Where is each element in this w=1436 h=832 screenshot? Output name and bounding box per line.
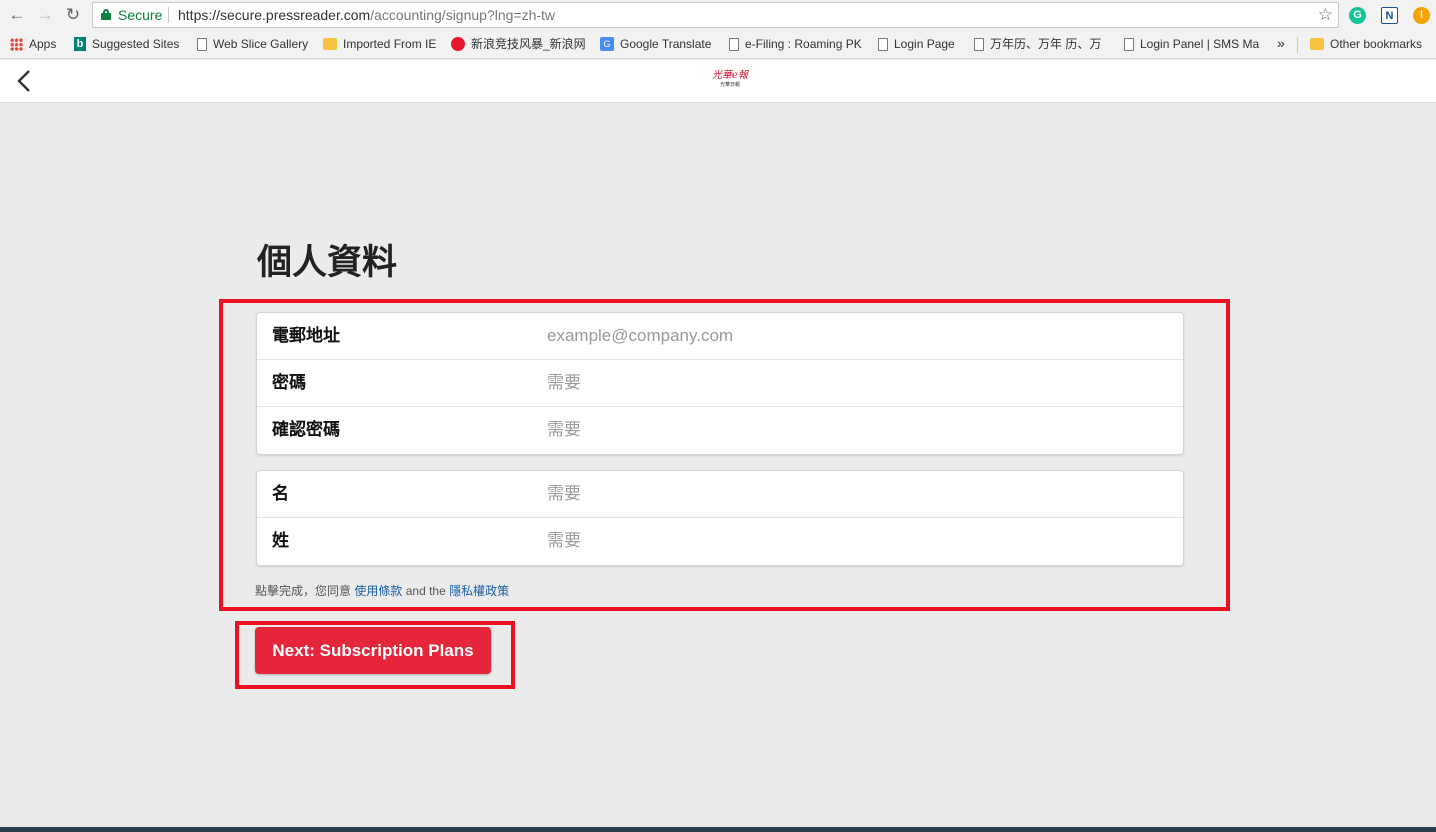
terms-notice: 點擊完成，您同意 使用條款 and the 隱私權政策 xyxy=(255,583,509,599)
bookmark-item[interactable]: G Google Translate xyxy=(600,36,711,52)
google-translate-icon: G xyxy=(600,37,614,51)
terms-prefix: 點擊完成，您同意 xyxy=(255,584,352,598)
reload-icon[interactable]: ↻ xyxy=(62,5,84,25)
bookmark-label: 新浪竞技风暴_新浪网 xyxy=(471,37,586,51)
name-field-row: 姓 xyxy=(257,518,1183,565)
bookmark-item[interactable]: Login Panel | SMS Ma xyxy=(1124,36,1259,52)
forward-arrow-icon[interactable]: → xyxy=(34,5,56,25)
field-label: 密碼 xyxy=(272,373,306,392)
bookmark-label: Apps xyxy=(29,37,57,51)
bookmark-label: Imported From IE xyxy=(343,37,437,51)
field-label: 姓 xyxy=(272,531,289,550)
other-bookmarks-label: Other bookmarks xyxy=(1330,37,1423,51)
name-fields-card: 名姓 xyxy=(256,470,1184,566)
bing-icon: b xyxy=(74,37,86,51)
field-label: 確認密碼 xyxy=(272,420,340,439)
folder-icon xyxy=(1310,38,1324,50)
alert-extension-icon[interactable]: ! xyxy=(1413,7,1430,24)
omnibox-divider xyxy=(168,7,169,23)
bookmark-item[interactable]: 万年历、万年 历、万 xyxy=(974,36,1101,52)
chevron-left-icon xyxy=(17,70,30,92)
page-title: 個人資料 xyxy=(257,242,398,283)
account-fields-card: 電郵地址密碼確認密碼 xyxy=(256,312,1184,455)
folder-icon xyxy=(323,38,337,50)
account-field-input-2[interactable] xyxy=(547,415,1167,445)
name-field-row: 名 xyxy=(257,471,1183,518)
url-host: https://secure.pressreader.com xyxy=(178,7,371,23)
logo-title: 光華e報 xyxy=(712,70,748,81)
bookmarks-bar: Apps b Suggested Sites Web Slice Gallery Imp… xyxy=(0,30,1436,59)
apps-grid-icon xyxy=(10,37,23,51)
taskbar-edge xyxy=(0,827,1436,832)
account-field-input-1[interactable] xyxy=(547,368,1167,398)
page-icon xyxy=(974,37,984,51)
other-bookmarks[interactable]: Other bookmarks xyxy=(1310,36,1422,52)
bookmark-item[interactable]: Imported From IE xyxy=(323,36,436,52)
account-field-row: 電郵地址 xyxy=(257,313,1183,360)
bookmark-item[interactable]: b Suggested Sites xyxy=(74,36,179,52)
back-button[interactable] xyxy=(14,68,34,94)
bookmark-label: Login Panel | SMS Ma xyxy=(1140,37,1260,51)
account-field-row: 確認密碼 xyxy=(257,407,1183,454)
bookmark-label: 万年历、万年 历、万 xyxy=(990,37,1102,51)
bookmark-label: e-Filing : Roaming PK xyxy=(745,37,862,51)
name-field-input-1[interactable] xyxy=(547,526,1167,556)
back-arrow-icon[interactable]: ← xyxy=(6,5,28,25)
bookmark-item[interactable]: 新浪竞技风暴_新浪网 xyxy=(451,36,586,52)
browser-toolbar: ← → ↻ Secure https://secure.pressreader.… xyxy=(0,0,1436,30)
page-icon xyxy=(1124,37,1134,51)
account-field-row: 密碼 xyxy=(257,360,1183,407)
field-label: 電郵地址 xyxy=(272,326,340,345)
bookmark-label: Web Slice Gallery xyxy=(213,37,309,51)
grammarly-icon[interactable]: G xyxy=(1349,7,1366,24)
bookmark-label: Google Translate xyxy=(620,37,712,51)
page-icon xyxy=(729,37,739,51)
bookmarks-overflow-button[interactable]: » xyxy=(1277,35,1285,51)
url-text[interactable]: https://secure.pressreader.com/accountin… xyxy=(178,3,555,27)
address-bar[interactable]: Secure https://secure.pressreader.com/ac… xyxy=(92,2,1339,28)
terms-mid: and the xyxy=(405,584,446,598)
site-header: 光華e報 光華日報 xyxy=(0,60,1436,103)
bookmarks-divider xyxy=(1297,37,1298,53)
bookmark-item[interactable]: e-Filing : Roaming PK xyxy=(729,36,862,52)
secure-label: Secure xyxy=(118,7,163,23)
account-field-input-0[interactable] xyxy=(547,321,1167,351)
url-path: /accounting/signup?lng=zh-tw xyxy=(370,7,556,23)
bookmark-star-icon[interactable]: ☆ xyxy=(1318,3,1333,27)
page-icon xyxy=(878,37,888,51)
bookmark-item[interactable]: Login Page xyxy=(878,36,955,52)
lock-icon xyxy=(101,9,111,20)
next-subscription-plans-button[interactable]: Next: Subscription Plans xyxy=(255,627,491,674)
site-logo[interactable]: 光華e報 光華日報 xyxy=(704,70,756,92)
weibo-icon xyxy=(451,37,465,51)
bookmark-label: Login Page xyxy=(894,37,955,51)
name-field-input-0[interactable] xyxy=(547,479,1167,509)
privacy-policy-link[interactable]: 隱私權政策 xyxy=(449,584,509,598)
bookmark-item[interactable]: Web Slice Gallery xyxy=(197,36,308,52)
page-icon xyxy=(197,37,207,51)
bookmark-label: Suggested Sites xyxy=(92,37,180,51)
terms-of-use-link[interactable]: 使用條款 xyxy=(354,584,402,598)
bookmark-item[interactable]: Apps xyxy=(10,36,56,52)
n-extension-icon[interactable]: N xyxy=(1381,7,1398,24)
field-label: 名 xyxy=(272,484,289,503)
logo-subtitle: 光華日報 xyxy=(719,82,740,88)
